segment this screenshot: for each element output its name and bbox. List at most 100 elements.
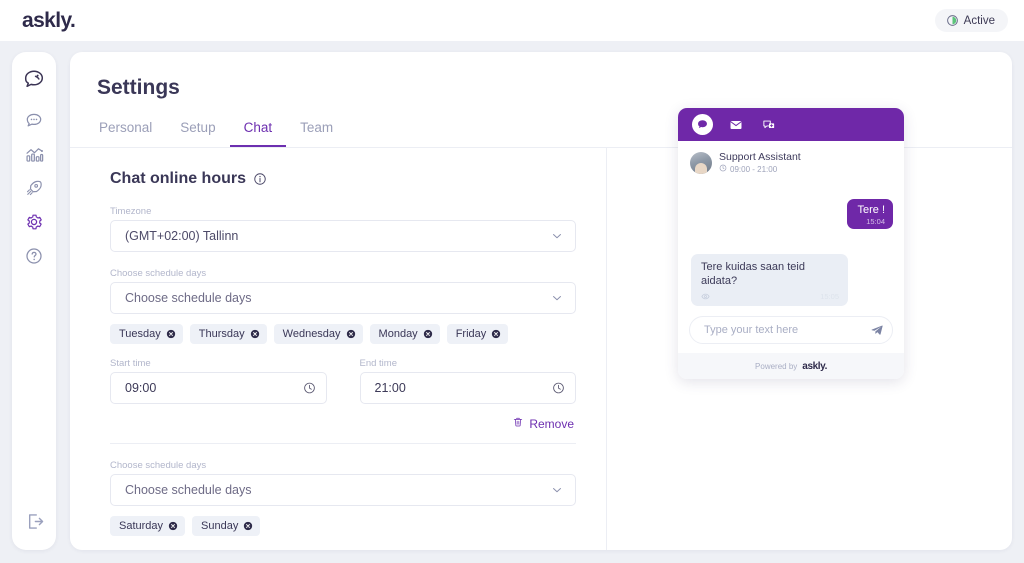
widget-message-input[interactable]: Type your text here xyxy=(689,316,893,344)
schedule-days-label-2: Choose schedule days xyxy=(110,460,207,471)
remove-chip-icon[interactable] xyxy=(491,329,501,339)
message-time: 15:04 xyxy=(866,217,885,226)
timezone-label: Timezone xyxy=(110,206,152,217)
message-meta: 15:05 xyxy=(701,292,839,301)
schedule-days-placeholder-1: Choose schedule days xyxy=(125,291,252,305)
settings-gear-icon[interactable] xyxy=(19,207,49,237)
day-chip[interactable]: Wednesday xyxy=(273,324,363,344)
chat-widget: Support Assistant 09:00 - 21:00 Tere ! 1… xyxy=(678,108,904,379)
tab-setup[interactable]: Setup xyxy=(166,116,229,147)
info-icon[interactable] xyxy=(253,172,267,186)
schedule-days-select-2[interactable]: Choose schedule days xyxy=(110,474,576,506)
message-incoming: Tere kuidas saan teid aidata? 15:05 xyxy=(691,254,848,306)
schedule-block-2: Choose schedule days Choose schedule day… xyxy=(110,460,576,550)
top-bar: askly. Active xyxy=(0,0,1024,41)
remove-chip-icon[interactable] xyxy=(346,329,356,339)
tab-team[interactable]: Team xyxy=(286,116,347,147)
message-outgoing: Tere ! 15:04 xyxy=(847,199,893,229)
schedule-days-label-1: Choose schedule days xyxy=(110,268,207,279)
day-chip[interactable]: Friday xyxy=(446,324,509,344)
block-divider xyxy=(110,443,576,444)
agent-hours-text: 09:00 - 21:00 xyxy=(730,164,778,174)
day-chip-label: Wednesday xyxy=(282,328,341,340)
remove-chip-icon[interactable] xyxy=(166,329,176,339)
seen-eye-icon xyxy=(701,292,710,301)
day-chip-label: Monday xyxy=(378,328,418,340)
clock-pie-icon xyxy=(946,14,959,27)
day-chip[interactable]: Saturday xyxy=(110,516,186,536)
widget-agent-info: Support Assistant 09:00 - 21:00 xyxy=(719,151,801,174)
remove-chip-icon[interactable] xyxy=(243,521,253,531)
askly-logo: askly. xyxy=(22,8,76,33)
widget-chat-tab-icon[interactable] xyxy=(692,114,713,135)
day-chip-list-2: Saturday Sunday xyxy=(110,516,576,536)
remove-row-1: Remove xyxy=(110,416,576,431)
chats-icon[interactable] xyxy=(19,105,49,135)
start-time-input-1[interactable]: 09:00 xyxy=(110,372,327,404)
widget-header xyxy=(678,108,904,141)
day-chip[interactable]: Tuesday xyxy=(110,324,183,344)
message-text: Tere ! xyxy=(857,204,885,216)
sidebar xyxy=(12,52,56,550)
trash-icon xyxy=(512,416,524,431)
widget-email-tab-icon[interactable] xyxy=(725,114,746,135)
clock-icon xyxy=(719,164,727,174)
day-chip-label: Friday xyxy=(455,328,487,340)
clock-icon[interactable] xyxy=(303,382,316,395)
end-time-input-1[interactable]: 21:00 xyxy=(359,372,576,404)
timezone-select[interactable]: (GMT+02:00) Tallinn xyxy=(110,220,576,252)
help-icon[interactable] xyxy=(19,241,49,271)
timezone-value: (GMT+02:00) Tallinn xyxy=(125,229,239,243)
remove-label-1: Remove xyxy=(529,416,574,431)
day-chip-label: Saturday xyxy=(119,520,164,532)
section-header: Chat online hours xyxy=(110,170,576,188)
status-badge[interactable]: Active xyxy=(934,9,1008,32)
chevron-down-icon xyxy=(550,483,564,497)
footer-askly-logo: askly. xyxy=(802,360,827,372)
day-chip-list-1: Tuesday Thursday Wednesday Monday Friday xyxy=(110,324,576,344)
chevron-down-icon xyxy=(550,291,564,305)
page-title: Settings xyxy=(97,76,180,99)
tab-chat[interactable]: Chat xyxy=(229,116,287,147)
day-chip-label: Thursday xyxy=(198,328,245,340)
schedule-block-1: Choose schedule days Choose schedule day… xyxy=(110,268,576,444)
logout-icon[interactable] xyxy=(19,506,49,536)
logo-dot: . xyxy=(70,8,76,32)
day-chip[interactable]: Sunday xyxy=(192,516,261,536)
widget-agent-row: Support Assistant 09:00 - 21:00 xyxy=(678,141,904,174)
end-time-label-1: End time xyxy=(359,358,398,369)
end-time-value-1: 21:00 xyxy=(374,381,406,395)
end-time-field-1: End time 21:00 xyxy=(359,358,576,404)
remove-chip-icon[interactable] xyxy=(250,329,260,339)
start-time-field-1: Start time 09:00 xyxy=(110,358,327,404)
remove-chip-icon[interactable] xyxy=(168,521,178,531)
status-badge-label: Active xyxy=(963,14,995,27)
remove-chip-icon[interactable] xyxy=(423,329,433,339)
schedule-days-placeholder-2: Choose schedule days xyxy=(125,483,252,497)
time-row-1: Start time 09:00 End time 21:00 xyxy=(110,358,576,404)
timezone-field: Timezone (GMT+02:00) Tallinn xyxy=(110,206,576,252)
widget-input-placeholder: Type your text here xyxy=(704,324,799,336)
tab-personal[interactable]: Personal xyxy=(97,116,166,147)
start-time-value-1: 09:00 xyxy=(125,381,157,395)
chat-widget-preview: Support Assistant 09:00 - 21:00 Tere ! 1… xyxy=(678,108,904,408)
chat-hours-panel: Chat online hours Timezone (GMT+02:00) T… xyxy=(70,148,606,550)
schedule-days-select-1[interactable]: Choose schedule days xyxy=(110,282,576,314)
agent-hours: 09:00 - 21:00 xyxy=(719,164,801,174)
widget-translate-tab-icon[interactable] xyxy=(758,114,779,135)
message-text: Tere kuidas saan teid aidata? xyxy=(701,261,805,287)
brand-logo-icon[interactable] xyxy=(19,65,49,95)
start-time-label-1: Start time xyxy=(110,358,151,369)
clock-icon[interactable] xyxy=(552,382,565,395)
chevron-down-icon xyxy=(550,229,564,243)
remove-schedule-button-1[interactable]: Remove xyxy=(512,416,574,431)
day-chip[interactable]: Monday xyxy=(369,324,440,344)
logo-text: askly xyxy=(22,8,71,32)
avatar xyxy=(690,151,712,174)
analytics-icon[interactable] xyxy=(19,139,49,169)
column-divider xyxy=(606,148,607,550)
widget-footer: Powered by askly. xyxy=(678,353,904,379)
send-icon[interactable] xyxy=(870,323,884,337)
campaigns-rocket-icon[interactable] xyxy=(19,173,49,203)
day-chip[interactable]: Thursday xyxy=(189,324,267,344)
